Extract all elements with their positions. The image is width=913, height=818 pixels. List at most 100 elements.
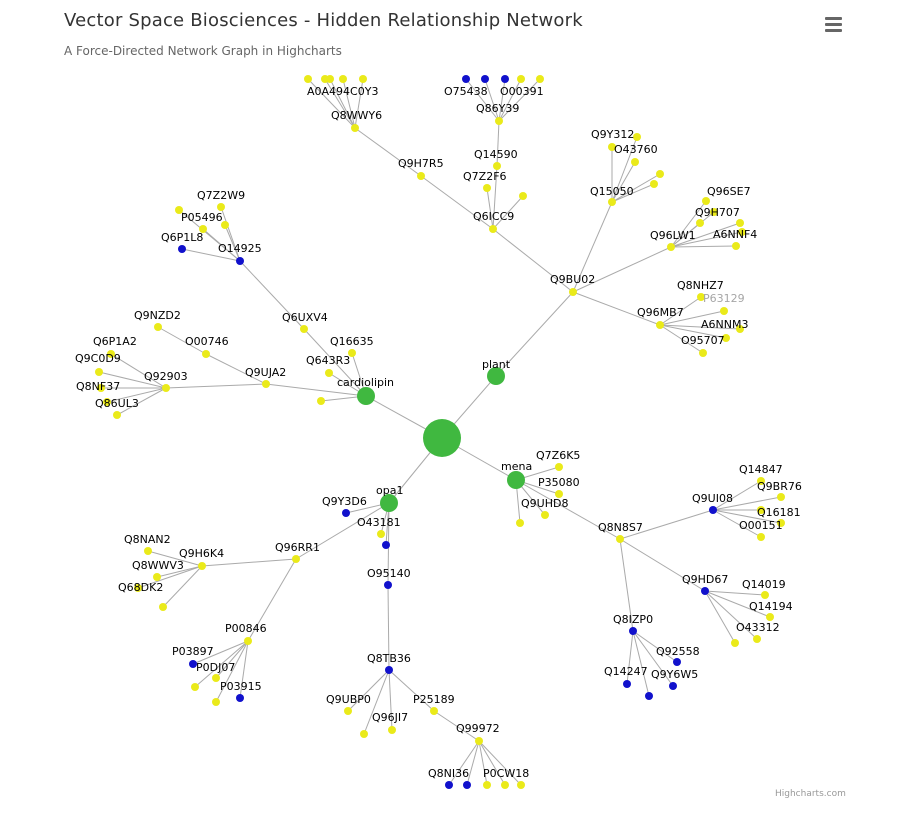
node-o43181[interactable] bbox=[377, 530, 385, 538]
leaf-node[interactable] bbox=[519, 192, 527, 200]
node-p0dj07[interactable] bbox=[212, 674, 220, 682]
node-o95140[interactable] bbox=[384, 581, 392, 589]
node-o00746[interactable] bbox=[202, 350, 210, 358]
node-q643r3[interactable] bbox=[325, 369, 333, 377]
node-o43760[interactable] bbox=[631, 158, 639, 166]
node-q9h7r5[interactable] bbox=[417, 172, 425, 180]
node-q9hd67[interactable] bbox=[701, 587, 709, 595]
node-q14247[interactable] bbox=[623, 680, 631, 688]
node-q14590[interactable] bbox=[493, 162, 501, 170]
leaf-node[interactable] bbox=[360, 730, 368, 738]
node-q92903[interactable] bbox=[162, 384, 170, 392]
node-q7z2w9[interactable] bbox=[217, 203, 225, 211]
node-p25189[interactable] bbox=[430, 707, 438, 715]
node-q7z2f6[interactable] bbox=[483, 184, 491, 192]
leaf-node[interactable] bbox=[650, 180, 658, 188]
node-o00151[interactable] bbox=[757, 533, 765, 541]
node-q9nzd2[interactable] bbox=[154, 323, 162, 331]
node-label: Q68DK2 bbox=[118, 581, 163, 594]
node-q92558[interactable] bbox=[673, 658, 681, 666]
node-label: Q9NZD2 bbox=[134, 309, 181, 322]
node-cardiolipin[interactable] bbox=[357, 387, 375, 405]
node-q15050[interactable] bbox=[608, 198, 616, 206]
node-q86ul3[interactable] bbox=[113, 411, 121, 419]
node-o43312[interactable] bbox=[753, 635, 761, 643]
leaf-node[interactable] bbox=[481, 75, 489, 83]
node-mena[interactable] bbox=[507, 471, 525, 489]
node-q86y39[interactable] bbox=[495, 117, 503, 125]
node-q14019[interactable] bbox=[761, 591, 769, 599]
node-label: Q9Y3D6 bbox=[322, 495, 367, 508]
node-q14194[interactable] bbox=[766, 613, 774, 621]
node-q9ui08[interactable] bbox=[709, 506, 717, 514]
node-o95707[interactable] bbox=[699, 349, 707, 357]
node-p63129[interactable] bbox=[720, 307, 728, 315]
node-p03915[interactable] bbox=[236, 694, 244, 702]
node-q9bu02[interactable] bbox=[569, 288, 577, 296]
leaf-node[interactable] bbox=[304, 75, 312, 83]
leaf-node[interactable] bbox=[463, 781, 471, 789]
node-q96mb7[interactable] bbox=[656, 321, 664, 329]
leaf-node[interactable] bbox=[536, 75, 544, 83]
node-q8ni36[interactable] bbox=[445, 781, 453, 789]
network-link bbox=[162, 565, 203, 608]
node-label: plant bbox=[482, 358, 511, 371]
leaf-node[interactable] bbox=[516, 519, 524, 527]
leaf-node[interactable] bbox=[159, 603, 167, 611]
network-link bbox=[165, 383, 267, 389]
node-q6uxv4[interactable] bbox=[300, 325, 308, 333]
node-o14925[interactable] bbox=[236, 257, 244, 265]
node-label: Q7Z2F6 bbox=[463, 170, 507, 183]
node-p0cw18[interactable] bbox=[501, 781, 509, 789]
leaf-node[interactable] bbox=[382, 541, 390, 549]
leaf-node[interactable] bbox=[517, 781, 525, 789]
node-o00391[interactable] bbox=[517, 75, 525, 83]
node-hub[interactable] bbox=[423, 419, 461, 457]
node-a6nnf4[interactable] bbox=[732, 242, 740, 250]
node-label: Q9Y6W5 bbox=[651, 668, 698, 681]
node-label: O00391 bbox=[500, 85, 544, 98]
node-q9ubp0[interactable] bbox=[344, 707, 352, 715]
node-q9c0d9[interactable] bbox=[95, 368, 103, 376]
node-q9uhd8[interactable] bbox=[541, 511, 549, 519]
node-q96ji7[interactable] bbox=[388, 726, 396, 734]
node-q9uja2[interactable] bbox=[262, 380, 270, 388]
leaf-node[interactable] bbox=[656, 170, 664, 178]
leaf-node[interactable] bbox=[339, 75, 347, 83]
leaf-node[interactable] bbox=[483, 781, 491, 789]
node-q8nan2[interactable] bbox=[144, 547, 152, 555]
leaf-node[interactable] bbox=[736, 219, 744, 227]
network-graph: plant cardiolipin mena opa1 Q9BU02 Q6ICC9 Q9H7… bbox=[75, 75, 802, 789]
leaf-node[interactable] bbox=[359, 75, 367, 83]
leaf-node[interactable] bbox=[317, 397, 325, 405]
leaf-node[interactable] bbox=[191, 683, 199, 691]
node-q9y6w5[interactable] bbox=[669, 682, 677, 690]
node-q8tb36[interactable] bbox=[385, 666, 393, 674]
leaf-node[interactable] bbox=[645, 692, 653, 700]
node-q96lw1[interactable] bbox=[667, 243, 675, 251]
node-q8n8s7[interactable] bbox=[616, 535, 624, 543]
credits-link[interactable]: Highcharts.com bbox=[775, 789, 846, 799]
node-q7z6k5[interactable] bbox=[555, 463, 563, 471]
node-label: Q9Y312 bbox=[591, 128, 634, 141]
leaf-node[interactable] bbox=[501, 75, 509, 83]
node-q6icc9[interactable] bbox=[489, 225, 497, 233]
node-label: Q96JI7 bbox=[372, 711, 408, 724]
node-p00846[interactable] bbox=[244, 637, 252, 645]
node-q9h6k4[interactable] bbox=[198, 562, 206, 570]
node-q9br76[interactable] bbox=[777, 493, 785, 501]
node-q99972[interactable] bbox=[475, 737, 483, 745]
leaf-node[interactable] bbox=[321, 75, 329, 83]
leaf-node[interactable] bbox=[212, 698, 220, 706]
node-label: P00846 bbox=[225, 622, 267, 635]
node-q8izp0[interactable] bbox=[629, 627, 637, 635]
node-q9h707[interactable] bbox=[696, 219, 704, 227]
node-q96se7[interactable] bbox=[702, 197, 710, 205]
node-q8wwy6[interactable] bbox=[351, 124, 359, 132]
leaf-node[interactable] bbox=[731, 639, 739, 647]
node-q8wwv3[interactable] bbox=[153, 573, 161, 581]
node-o75438[interactable] bbox=[462, 75, 470, 83]
node-q96rr1[interactable] bbox=[292, 555, 300, 563]
node-q6p1l8[interactable] bbox=[178, 245, 186, 253]
node-q9y3d6[interactable] bbox=[342, 509, 350, 517]
